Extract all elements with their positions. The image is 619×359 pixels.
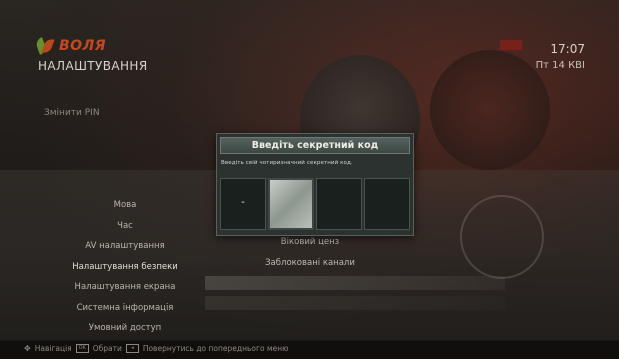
- menu-item-screen-settings[interactable]: Налаштування екрана: [40, 277, 210, 298]
- brand-name: ВОЛЯ: [59, 38, 106, 54]
- settings-menu: Мова Час AV налаштування Налаштування бе…: [40, 195, 210, 339]
- footer-hint-navigation: Навігація: [34, 344, 72, 353]
- footer-hint-bar: ✥ Навігація OK Обрати ◂ Повернутись до п…: [0, 341, 619, 359]
- menu-item-time[interactable]: Час: [40, 216, 210, 237]
- navigation-icon: ✥: [24, 344, 31, 353]
- submenu-item-locked-channels[interactable]: Заблоковані канали: [210, 253, 410, 274]
- background-highlight-row: [205, 296, 505, 310]
- footer-hint-back: Повернутись до попереднього меню: [142, 344, 289, 353]
- pin-digit-value: -: [241, 197, 245, 208]
- logo-icon: [34, 37, 55, 55]
- pin-digit-1[interactable]: -: [220, 178, 266, 230]
- background-sketch: [460, 195, 544, 279]
- background-figure: [430, 50, 550, 170]
- dialog-title: Введіть секретний код: [220, 137, 410, 154]
- dialog-message: Введіть свій чотиризначний секретний код…: [221, 160, 353, 166]
- pin-digit-3[interactable]: [316, 178, 362, 230]
- menu-item-system-info[interactable]: Системна інформація: [40, 298, 210, 319]
- brand-logo: ВОЛЯ: [34, 37, 106, 55]
- background-highlight-row: [205, 276, 505, 290]
- menu-item-conditional-access[interactable]: Умовний доступ: [40, 318, 210, 339]
- back-key-icon: ◂: [125, 344, 139, 353]
- clock: 17:07: [550, 42, 585, 56]
- ok-key-icon: OK: [75, 344, 89, 353]
- date: Пт 14 КВІ: [535, 60, 585, 71]
- change-pin-option[interactable]: Змінити PIN: [44, 108, 100, 118]
- menu-item-av-settings[interactable]: AV налаштування: [40, 236, 210, 257]
- pin-digit-2[interactable]: [268, 178, 314, 230]
- pin-digit-4[interactable]: [364, 178, 410, 230]
- tv-settings-screen: ВОЛЯ НАЛАШТУВАННЯ 17:07 Пт 14 КВІ Змінит…: [0, 0, 619, 359]
- menu-item-language[interactable]: Мова: [40, 195, 210, 216]
- pin-input: -: [220, 178, 410, 230]
- security-submenu: Віковий ценз Заблоковані канали: [210, 232, 410, 274]
- background-red-mark: [500, 40, 522, 50]
- page-title: НАЛАШТУВАННЯ: [38, 59, 148, 73]
- pin-entry-dialog: Введіть секретний код Введіть свій чотир…: [216, 133, 414, 236]
- footer-hint-select: Обрати: [92, 344, 122, 353]
- menu-item-security-settings[interactable]: Налаштування безпеки: [40, 257, 210, 278]
